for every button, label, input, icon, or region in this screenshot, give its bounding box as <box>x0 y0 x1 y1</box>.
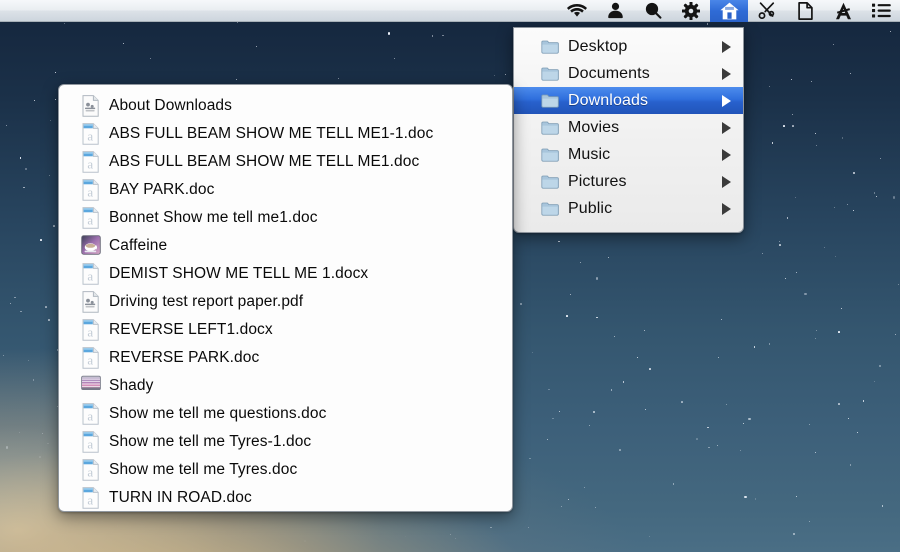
folder-menu-item-label: Desktop <box>568 37 628 55</box>
file-list-item[interactable]: Shady <box>59 372 512 400</box>
settings-icon[interactable] <box>672 0 710 22</box>
file-list-item[interactable]: a Show me tell me questions.doc <box>59 400 512 428</box>
file-list-item-label: ABS FULL BEAM SHOW ME TELL ME1-1.doc <box>109 125 434 142</box>
document-icon[interactable] <box>786 0 824 22</box>
file-list-item-label: Show me tell me Tyres.doc <box>109 461 298 478</box>
file-list-item[interactable]: a ABS FULL BEAM SHOW ME TELL ME1-1.doc <box>59 120 512 148</box>
word-doc-icon: a <box>81 487 100 509</box>
folder-menu-item[interactable]: Pictures <box>514 168 743 195</box>
word-doc-icon: a <box>81 431 100 453</box>
file-list-item-label: Driving test report paper.pdf <box>109 293 304 310</box>
folder-menu-item[interactable]: Music <box>514 141 743 168</box>
folder-menu-item[interactable]: Public <box>514 195 743 222</box>
svg-text:a: a <box>87 213 93 228</box>
file-list-item[interactable]: a ABS FULL BEAM SHOW ME TELL ME1.doc <box>59 148 512 176</box>
list-icon[interactable] <box>862 0 900 22</box>
word-doc-icon: a <box>81 151 100 173</box>
file-list-item-label: ABS FULL BEAM SHOW ME TELL ME1.doc <box>109 153 420 170</box>
file-list-item[interactable]: a TURN IN ROAD.doc <box>59 484 512 511</box>
folder-icon <box>541 67 559 81</box>
file-list-item[interactable]: a Show me tell me Tyres-1.doc <box>59 428 512 456</box>
spotlight-icon[interactable] <box>634 0 672 22</box>
svg-text:a: a <box>87 157 93 172</box>
file-list-item-label: TURN IN ROAD.doc <box>109 489 252 506</box>
svg-text:a: a <box>87 409 93 424</box>
svg-text:a: a <box>87 465 93 480</box>
folder-icon <box>541 175 559 189</box>
pdf-doc-icon <box>81 291 100 313</box>
file-list-item-label: REVERSE LEFT1.docx <box>109 321 273 338</box>
word-doc-icon: a <box>81 207 100 229</box>
file-list-item-label: REVERSE PARK.doc <box>109 349 260 366</box>
submenu-arrow-icon <box>722 40 731 53</box>
folder-icon <box>541 202 559 216</box>
word-doc-icon: a <box>81 319 100 341</box>
submenu-arrow-icon <box>722 67 731 80</box>
folder-menu-item-label: Downloads <box>568 91 649 109</box>
file-list-item[interactable]: a REVERSE PARK.doc <box>59 344 512 372</box>
svg-text:a: a <box>87 437 93 452</box>
file-list-item-label: BAY PARK.doc <box>109 181 215 198</box>
caffeine-app-icon <box>81 235 101 257</box>
home-folder-menu: Desktop Documents Downloads Movies Music Pict… <box>513 27 744 233</box>
folder-menu-item[interactable]: Desktop <box>514 33 743 60</box>
word-doc-icon: a <box>81 403 100 425</box>
word-doc-icon: a <box>81 123 100 145</box>
pdf-doc-icon <box>81 95 100 117</box>
word-doc-icon: a <box>81 347 100 369</box>
file-list-item-label: DEMIST SHOW ME TELL ME 1.docx <box>109 265 369 282</box>
file-list-item[interactable]: a Bonnet Show me tell me1.doc <box>59 204 512 232</box>
file-list-item-label: Caffeine <box>109 237 168 254</box>
file-list-item-label: Shady <box>109 377 154 394</box>
file-list-item[interactable]: a BAY PARK.doc <box>59 176 512 204</box>
folder-menu-item-label: Pictures <box>568 172 627 190</box>
word-doc-icon: a <box>81 263 100 285</box>
svg-text:a: a <box>87 493 93 508</box>
file-list-item-label: Show me tell me Tyres-1.doc <box>109 433 312 450</box>
submenu-arrow-icon <box>722 94 731 107</box>
folder-menu-item-label: Movies <box>568 118 620 136</box>
svg-text:a: a <box>87 353 93 368</box>
svg-text:a: a <box>87 129 93 144</box>
folder-icon <box>541 94 559 108</box>
user-icon[interactable] <box>596 0 634 22</box>
file-list-item[interactable]: Driving test report paper.pdf <box>59 288 512 316</box>
menu-bar <box>0 0 900 22</box>
svg-text:a: a <box>87 185 93 200</box>
folder-menu-item[interactable]: Downloads <box>514 87 743 114</box>
file-list-item-label: About Downloads <box>109 97 232 114</box>
home-folder-icon[interactable] <box>710 0 748 22</box>
file-list-item[interactable]: a REVERSE LEFT1.docx <box>59 316 512 344</box>
folder-menu-item-label: Public <box>568 199 613 217</box>
appstore-icon[interactable] <box>824 0 862 22</box>
svg-text:a: a <box>87 269 93 284</box>
folder-icon <box>541 148 559 162</box>
folder-icon <box>541 121 559 135</box>
folder-menu-item-label: Music <box>568 145 611 163</box>
folder-menu-item[interactable]: Movies <box>514 114 743 141</box>
file-list-item-label: Show me tell me questions.doc <box>109 405 327 422</box>
folder-menu-item-label: Documents <box>568 64 650 82</box>
folder-menu-item[interactable]: Documents <box>514 60 743 87</box>
submenu-arrow-icon <box>722 175 731 188</box>
submenu-arrow-icon <box>722 202 731 215</box>
svg-text:a: a <box>87 325 93 340</box>
word-doc-icon: a <box>81 179 100 201</box>
wifi-icon[interactable] <box>558 0 596 22</box>
word-doc-icon: a <box>81 459 100 481</box>
folder-icon <box>541 40 559 54</box>
file-list-item[interactable]: a DEMIST SHOW ME TELL ME 1.docx <box>59 260 512 288</box>
submenu-arrow-icon <box>722 148 731 161</box>
file-list-item[interactable]: a Show me tell me Tyres.doc <box>59 456 512 484</box>
submenu-arrow-icon <box>722 121 731 134</box>
downloads-file-list: About Downloads a ABS FULL BEAM SHOW ME TE… <box>58 84 513 512</box>
file-list-item[interactable]: Caffeine <box>59 232 512 260</box>
file-list-item-label: Bonnet Show me tell me1.doc <box>109 209 318 226</box>
file-list-item[interactable]: About Downloads <box>59 92 512 120</box>
shady-app-icon <box>81 375 101 397</box>
snippets-icon[interactable] <box>748 0 786 22</box>
